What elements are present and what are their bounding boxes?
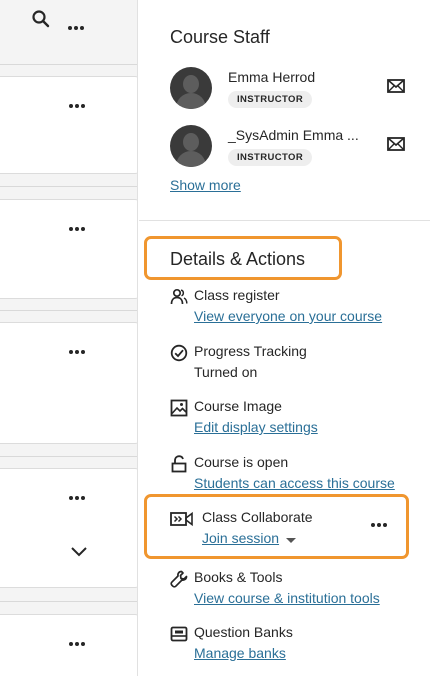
more-options-icon[interactable] [69, 95, 91, 108]
video-camera-icon [170, 511, 193, 527]
more-options-icon[interactable] [69, 487, 91, 500]
image-icon [170, 399, 188, 417]
role-badge: INSTRUCTOR [228, 91, 313, 108]
item-title: Question Banks [194, 624, 293, 640]
more-options-icon[interactable] [371, 514, 393, 527]
divider [0, 456, 137, 457]
wrench-icon [170, 570, 188, 588]
manage-banks-link[interactable]: Manage banks [194, 645, 286, 661]
edit-display-settings-link[interactable]: Edit display settings [194, 419, 318, 435]
top-toolbar [0, 0, 137, 40]
students-access-link[interactable]: Students can access this course [194, 475, 395, 491]
view-tools-link[interactable]: View course & institution tools [194, 590, 380, 606]
mail-icon[interactable] [387, 79, 405, 93]
course-details-panel: Course Staff Emma Herrod INSTRUCTOR _Sys… [139, 0, 430, 676]
progress-tracking-status: Turned on [194, 364, 258, 380]
content-card[interactable] [0, 468, 137, 588]
join-session-link[interactable]: Join session [202, 530, 279, 546]
item-title: Progress Tracking [194, 343, 307, 359]
item-title: Books & Tools [194, 569, 283, 585]
avatar[interactable] [170, 67, 212, 109]
divider [139, 220, 430, 221]
chevron-down-icon[interactable] [69, 545, 89, 559]
show-more-link[interactable]: Show more [170, 177, 241, 193]
divider [0, 601, 137, 602]
bank-icon [170, 626, 188, 642]
content-card[interactable] [0, 614, 137, 676]
staff-member: Emma Herrod INSTRUCTOR [170, 67, 420, 113]
view-everyone-link[interactable]: View everyone on your course [194, 308, 382, 324]
divider [0, 310, 137, 311]
staff-name[interactable]: Emma Herrod [228, 69, 315, 85]
more-options-icon[interactable] [69, 341, 91, 354]
mail-icon[interactable] [387, 137, 405, 151]
item-title: Class Collaborate [202, 509, 313, 525]
item-title: Course Image [194, 398, 282, 414]
role-badge: INSTRUCTOR [228, 149, 313, 166]
avatar[interactable] [170, 125, 212, 167]
details-actions-heading: Details & Actions [170, 249, 306, 269]
course-content-column [0, 0, 138, 676]
divider [0, 64, 137, 65]
search-icon[interactable] [31, 9, 51, 29]
staff-name[interactable]: _SysAdmin Emma ... [228, 127, 359, 143]
more-options-icon[interactable] [69, 633, 91, 646]
staff-member: _SysAdmin Emma ... INSTRUCTOR [170, 125, 420, 171]
caret-down-icon[interactable] [286, 538, 296, 543]
more-options-icon[interactable] [69, 218, 91, 231]
item-title: Course is open [194, 454, 289, 470]
users-icon [170, 288, 188, 305]
item-title: Class register [194, 287, 280, 303]
content-card[interactable] [0, 199, 137, 299]
unlock-icon [171, 455, 187, 473]
content-card[interactable] [0, 322, 137, 444]
content-card[interactable] [0, 76, 137, 174]
course-staff-heading: Course Staff [170, 27, 270, 47]
check-circle-icon [170, 344, 188, 362]
more-options-icon[interactable] [68, 9, 90, 30]
divider [0, 186, 137, 187]
